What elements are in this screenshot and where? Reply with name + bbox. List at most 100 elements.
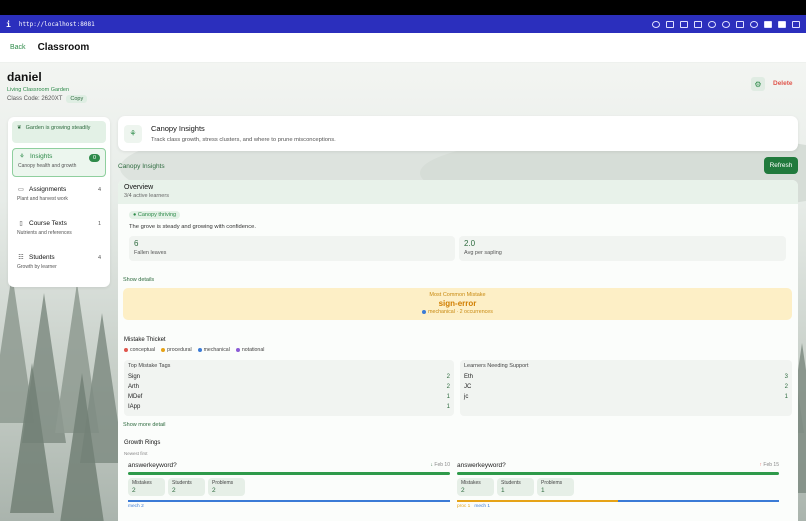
- table-row[interactable]: jc 1: [464, 392, 788, 402]
- show-details-link[interactable]: Show details: [123, 277, 154, 283]
- settings-button[interactable]: ⚙: [751, 77, 765, 91]
- classroom-header: daniel Living Classroom Garden Class Cod…: [7, 70, 88, 103]
- sidebar-item-desc: Growth by learner: [17, 264, 57, 270]
- stat-label: Fallen leaves: [134, 250, 167, 256]
- rings-subtitle: Newest first: [124, 451, 148, 456]
- sidebar-item-count: 1: [97, 221, 101, 227]
- sprout-icon: ⚘: [19, 154, 25, 160]
- chip-value: 2: [212, 487, 216, 494]
- table-row[interactable]: Eth 3: [464, 372, 788, 382]
- chip-label: Students: [501, 480, 521, 486]
- eye-icon[interactable]: [736, 20, 744, 28]
- status-badge-text: Canopy thriving: [137, 212, 177, 218]
- ring-title: answerkeyword?: [128, 462, 177, 469]
- stat-label: Avg per sapling: [464, 250, 502, 256]
- table-row[interactable]: Sign 2: [128, 372, 450, 382]
- learner-count: 3: [784, 374, 788, 380]
- tag-name: IApp: [128, 404, 141, 410]
- legend-label: conceptual: [130, 347, 156, 353]
- arrow-down-icon: ↓: [430, 462, 434, 468]
- growth-ring-card[interactable]: answerkeyword? ↓ Feb 10 Mistakes 2 Studen…: [128, 462, 450, 518]
- insights-panel: Overview 3/4 active learners ● Canopy th…: [118, 180, 798, 521]
- chip-value: 1: [501, 487, 505, 494]
- sidebar-item-students[interactable]: ☷ Students Growth by learner 4: [12, 250, 106, 279]
- tag-count: 2: [446, 374, 450, 380]
- tag-name: MDef: [128, 394, 143, 400]
- refresh-button[interactable]: Refresh: [764, 157, 798, 174]
- app-header: Back Classroom: [0, 33, 806, 63]
- chip-problems: Problems 1: [537, 478, 574, 496]
- active-learners: 3/4 active learners: [124, 193, 169, 199]
- ring-category-bar: [457, 500, 779, 502]
- legend-label: procedural: [167, 347, 192, 353]
- sidebar-item-count: 4: [97, 255, 101, 261]
- edit-icon[interactable]: [764, 20, 772, 28]
- bookmark-icon[interactable]: [778, 20, 786, 28]
- tag-name: Arth: [128, 384, 140, 390]
- browser-toolbar-icons: [652, 20, 800, 28]
- sidebar-item-assignments[interactable]: ▭ Assignments Plant and harvest work 4: [12, 182, 106, 211]
- tag-count: 1: [446, 404, 450, 410]
- status-badge: ● Canopy thriving: [129, 211, 181, 219]
- sidebar-item-label: Course Texts: [29, 220, 67, 227]
- top-mistake-tags: Top Mistake Tags Sign 2 Arth 2 MDef 1 IApp 1: [124, 360, 454, 416]
- insights-card-title: Canopy Insights: [151, 124, 205, 133]
- table-row[interactable]: Arth 2: [128, 382, 450, 392]
- sidebar-item-insights[interactable]: ⚘ Insights Canopy health and growth 0: [12, 148, 106, 177]
- table-row[interactable]: MDef 1: [128, 392, 450, 402]
- copy-button[interactable]: Copy: [66, 95, 88, 103]
- stat-value: 6: [134, 239, 139, 248]
- insights-card: ⚘ Canopy Insights Track class growth, st…: [118, 116, 798, 151]
- teacher-name: daniel: [7, 70, 42, 84]
- tags-title: Top Mistake Tags: [128, 363, 171, 369]
- globe-icon[interactable]: [708, 20, 716, 28]
- stat-fallen-leaves: 6 Fallen leaves: [129, 236, 455, 261]
- ring-category-bar: [128, 500, 450, 502]
- table-row[interactable]: JC 2: [464, 382, 788, 392]
- legend-item-mechanical: mechanical: [197, 347, 230, 353]
- chip-value: 2: [461, 487, 465, 494]
- back-link[interactable]: Back: [10, 44, 26, 51]
- stat-value: 2.0: [464, 239, 476, 248]
- screen-icon[interactable]: [666, 20, 674, 28]
- delete-button[interactable]: Delete: [773, 80, 793, 87]
- legend-item-procedural: procedural: [161, 347, 192, 353]
- garden-status-text: Garden is growing steadily: [25, 125, 91, 131]
- table-row[interactable]: IApp 1: [128, 402, 450, 412]
- sidebar-item-label: Students: [29, 254, 55, 261]
- sidebar-item-desc: Nutrients and references: [17, 230, 72, 236]
- camera-icon[interactable]: [680, 20, 688, 28]
- section-title: Canopy Insights: [118, 163, 165, 170]
- page-title: Classroom: [37, 42, 90, 53]
- class-code-row: Class Code: 2620XT Copy: [7, 95, 88, 103]
- chip-label: Mistakes: [461, 480, 481, 486]
- gear-icon: ⚙: [754, 79, 762, 89]
- ring-date: Feb 10: [434, 462, 450, 468]
- legend-item-notational: notational: [235, 347, 264, 353]
- chip-problems: Problems 2: [208, 478, 245, 496]
- link-icon[interactable]: [652, 20, 660, 28]
- learner-name: Eth: [464, 374, 474, 380]
- sidebar-icon[interactable]: [792, 20, 800, 28]
- overview-title: Overview: [124, 184, 154, 191]
- sidebar-item-count: 0: [89, 154, 100, 162]
- growth-ring-card[interactable]: answerkeyword? ↑ Feb 15 Mistakes 2 Studen…: [457, 462, 779, 518]
- chip-mistakes: Mistakes 2: [128, 478, 165, 496]
- info-icon[interactable]: i: [6, 20, 11, 29]
- browser-url-bar: i http://localhost:8081: [0, 15, 806, 33]
- insights-card-desc: Track class growth, stress clusters, and…: [151, 137, 336, 143]
- tag-count: 2: [446, 384, 450, 390]
- chip-label: Mistakes: [132, 480, 152, 486]
- mail-icon[interactable]: [694, 20, 702, 28]
- url-text[interactable]: http://localhost:8081: [19, 21, 95, 28]
- show-more-link[interactable]: Show more detail: [123, 422, 166, 428]
- overview-header: Overview 3/4 active learners: [118, 180, 798, 204]
- target-icon[interactable]: [722, 20, 730, 28]
- sprout-icon: ⚘: [124, 124, 142, 143]
- shield-icon[interactable]: [750, 20, 758, 28]
- ring-tag: mech 2: [128, 504, 144, 509]
- thicket-title: Mistake Thicket: [124, 337, 166, 343]
- chip-value: 1: [541, 487, 545, 494]
- sidebar-item-course-texts[interactable]: ▯ Course Texts Nutrients and references …: [12, 216, 106, 245]
- common-mistake-detail: mechanical · 2 occurrences: [428, 309, 493, 315]
